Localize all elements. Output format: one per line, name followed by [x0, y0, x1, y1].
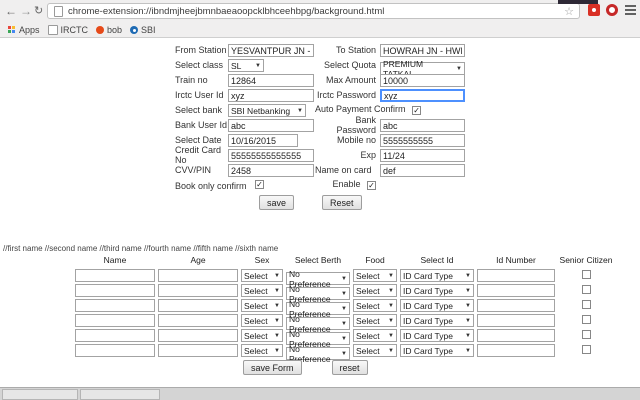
quota-label: Select Quota [323, 59, 376, 70]
food-select[interactable]: Select ▼ [353, 344, 397, 357]
reload-icon[interactable]: ↻ [34, 3, 43, 19]
bookmark-apps[interactable]: Apps [8, 25, 40, 35]
url-text: chrome-extension://ibndmjheejbmnbaeaoopc… [68, 5, 385, 17]
chevron-down-icon: ▼ [388, 272, 394, 279]
chevron-down-icon: ▼ [274, 332, 280, 339]
id-number-input[interactable] [477, 344, 555, 357]
header-select-id: Select Id [420, 254, 454, 265]
chevron-down-icon: ▼ [274, 287, 280, 294]
chevron-down-icon: ▼ [274, 272, 280, 279]
chevron-down-icon: ▼ [388, 287, 394, 294]
address-bar[interactable]: chrome-extension://ibndmjheejbmnbaeaoopc… [47, 3, 580, 19]
extension-icon-red[interactable] [588, 4, 600, 16]
reset-form-button[interactable]: reset [331, 360, 368, 375]
header-id-number: Id Number [496, 254, 536, 265]
bookmark-sbi[interactable]: SBI [130, 25, 156, 35]
save-form-button[interactable]: save Form [243, 360, 302, 375]
exp-label: Exp [360, 149, 376, 160]
header-senior-citizen: Senior Citizen [559, 254, 613, 265]
credit-card-label: Credit Card No [175, 144, 222, 165]
book-only-confirm-checkbox[interactable] [254, 179, 264, 189]
bookmarks-bar: Apps IRCTC bob SBI [0, 23, 640, 38]
header-age: Age [190, 254, 206, 265]
name-on-card-input[interactable] [380, 164, 465, 177]
back-icon[interactable]: ← [5, 3, 17, 19]
irctc-user-label: Irctc User Id [175, 89, 224, 100]
passenger-age-input[interactable] [158, 344, 238, 357]
chevron-down-icon: ▼ [465, 317, 471, 324]
window-edge-strip [558, 0, 598, 4]
chevron-down-icon: ▼ [465, 287, 471, 294]
berth-select[interactable]: No Preference ▼ [286, 344, 350, 364]
auto-payment-label: Auto Payment Confirm [315, 104, 406, 115]
reset-button[interactable]: Reset [322, 195, 362, 210]
book-only-confirm-label: Book only confirm [175, 180, 247, 191]
chevron-down-icon: ▼ [465, 272, 471, 279]
senior-citizen-checkbox[interactable] [581, 314, 591, 324]
chevron-down-icon: ▼ [388, 332, 394, 339]
chevron-down-icon: ▼ [274, 347, 280, 354]
senior-citizen-checkbox[interactable] [581, 284, 591, 294]
chevron-down-icon: ▼ [388, 317, 394, 324]
chevron-down-icon: ▼ [465, 302, 471, 309]
from-station-label: From Station [175, 44, 227, 55]
bookmark-star-icon[interactable]: ☆ [564, 5, 574, 18]
passenger-name-input[interactable] [75, 344, 155, 357]
senior-citizen-checkbox[interactable] [581, 269, 591, 279]
sbi-logo-icon [130, 26, 139, 34]
taskbar-item[interactable] [80, 389, 160, 400]
bank-user-label: Bank User Id [175, 119, 228, 130]
browser-window: ← → ↻ chrome-extension://ibndmjheejbmnba… [0, 0, 640, 400]
auto-payment-checkbox[interactable] [412, 105, 422, 115]
class-label: Select class [175, 59, 224, 70]
enable-checkbox[interactable] [367, 180, 376, 190]
irctc-password-label: Irctc Password [316, 89, 376, 100]
page-icon [54, 5, 63, 17]
taskbar-item[interactable] [2, 389, 78, 400]
save-button[interactable]: save [259, 195, 295, 210]
senior-citizen-checkbox[interactable] [581, 299, 591, 309]
menu-icon[interactable] [625, 5, 636, 15]
senior-citizen-checkbox[interactable] [581, 344, 591, 354]
passenger-table: Name Age Sex Select Berth Food Select Id… [0, 252, 640, 375]
chevron-down-icon: ▼ [297, 107, 303, 114]
senior-citizen-checkbox[interactable] [581, 329, 591, 339]
chevron-down-icon: ▼ [388, 302, 394, 309]
name-on-card-label: Name on card [315, 164, 372, 175]
forward-icon[interactable]: → [20, 3, 32, 19]
booking-form: From Station To Station Select class SL … [175, 42, 475, 210]
document-icon [47, 25, 58, 35]
bank-label: Select bank [175, 104, 223, 115]
header-food: Food [365, 254, 385, 265]
sex-select[interactable]: Select ▼ [241, 344, 283, 357]
extension-page: From Station To Station Select class SL … [0, 38, 640, 400]
bob-logo-icon [96, 26, 105, 34]
chevron-down-icon: ▼ [255, 62, 261, 69]
bookmark-irctc[interactable]: IRCTC [47, 25, 88, 35]
header-sex: Sex [254, 254, 270, 265]
enable-label: Enable [332, 179, 361, 190]
max-amount-label: Max Amount [325, 74, 376, 85]
chevron-down-icon: ▼ [341, 350, 347, 357]
extension-icon-circle[interactable] [606, 4, 618, 16]
to-station-label: To Station [335, 44, 376, 55]
chevron-down-icon: ▼ [274, 302, 280, 309]
chevron-down-icon: ▼ [274, 317, 280, 324]
chevron-down-icon: ▼ [465, 332, 471, 339]
cvv-label: CVV/PIN [175, 164, 212, 175]
id-type-select[interactable]: ID Card Type ▼ [400, 344, 474, 357]
mobile-label: Mobile no [336, 134, 376, 145]
header-name: Name [103, 254, 127, 265]
bookmark-bob[interactable]: bob [96, 25, 122, 35]
passenger-row: Select ▼ No Preference ▼ Select ▼ ID Car… [0, 342, 640, 364]
bank-password-label: Bank Password [336, 114, 376, 135]
apps-grid-icon [8, 26, 16, 34]
train-no-label: Train no [175, 74, 208, 85]
browser-toolbar: ← → ↻ chrome-extension://ibndmjheejbmnba… [0, 0, 640, 23]
chevron-down-icon: ▼ [388, 347, 394, 354]
date-label: Select Date [175, 134, 222, 145]
bottom-taskbar [0, 387, 640, 400]
chevron-down-icon: ▼ [465, 347, 471, 354]
irctc-password-input[interactable] [380, 89, 465, 102]
